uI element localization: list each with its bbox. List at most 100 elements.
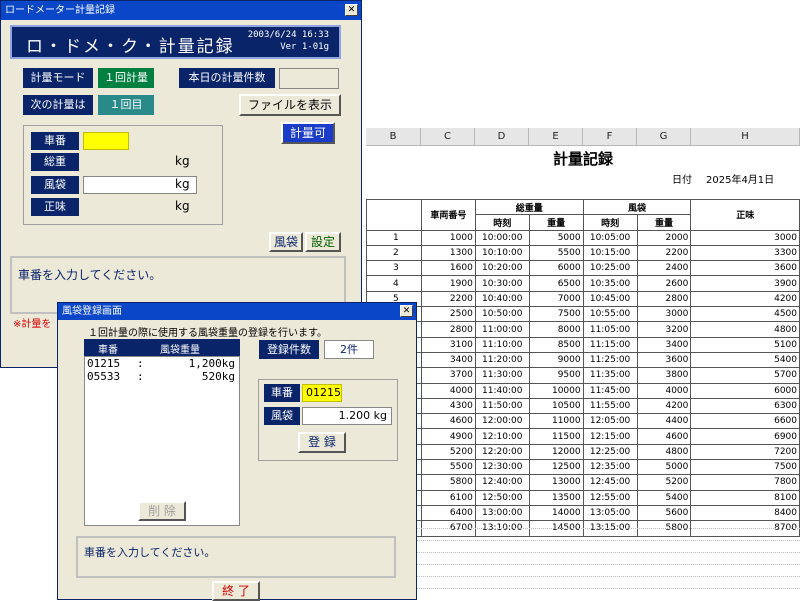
table-cell[interactable]: 11:35:00 bbox=[582, 367, 638, 384]
table-cell[interactable]: 3800 bbox=[636, 367, 692, 384]
table-cell[interactable]: 3900 bbox=[690, 275, 800, 292]
table-row[interactable]: 3700 11:30:00 9500 11:35:00 3800 5700 bbox=[366, 367, 800, 384]
table-cell[interactable]: 12:55:00 bbox=[582, 489, 638, 506]
record-table[interactable]: 車両番号 総重量 風袋 正味 時刻 重量 時刻 重量 1 1000 10:00:00… bbox=[366, 198, 800, 537]
close-icon[interactable]: ✕ bbox=[400, 305, 413, 317]
table-cell[interactable]: 4200 bbox=[636, 397, 692, 415]
register-tare-input[interactable]: 1.200 kg bbox=[302, 407, 392, 425]
column-header-h[interactable]: H bbox=[691, 128, 800, 146]
table-cell[interactable]: 12500 bbox=[528, 459, 584, 476]
table-cell[interactable]: 1 bbox=[366, 229, 422, 246]
table-cell[interactable]: 11:40:00 bbox=[474, 382, 530, 399]
table-cell[interactable]: 5400 bbox=[636, 489, 692, 506]
tare-button[interactable]: 風袋 bbox=[269, 232, 303, 252]
settings-button[interactable]: 設定 bbox=[305, 232, 341, 252]
table-cell[interactable]: 4900 bbox=[420, 428, 476, 445]
register-car-input[interactable]: 01215 bbox=[302, 384, 342, 402]
table-cell[interactable]: 2500 bbox=[420, 306, 476, 323]
table-cell[interactable]: 11:05:00 bbox=[582, 321, 638, 338]
table-cell[interactable]: 10:00:00 bbox=[474, 229, 530, 246]
column-header-b[interactable]: B bbox=[366, 128, 421, 146]
table-row[interactable]: 5500 12:30:00 12500 12:35:00 5000 7500 bbox=[366, 459, 800, 476]
table-cell[interactable]: 4800 bbox=[690, 321, 800, 338]
delete-button[interactable]: 削 除 bbox=[138, 501, 186, 521]
table-row[interactable]: 2800 11:00:00 8000 11:05:00 3200 4800 bbox=[366, 321, 800, 338]
table-cell[interactable]: 9500 bbox=[528, 367, 584, 384]
table-cell[interactable]: 10:15:00 bbox=[582, 244, 638, 262]
table-cell[interactable]: 10:45:00 bbox=[582, 290, 638, 308]
table-cell[interactable]: 4200 bbox=[690, 290, 800, 308]
main-window-titlebar[interactable]: ロードメーター計量記録 ✕ bbox=[1, 1, 361, 20]
table-cell[interactable]: 2600 bbox=[636, 275, 692, 292]
table-cell[interactable]: 6500 bbox=[528, 275, 584, 292]
table-cell[interactable]: 7800 bbox=[690, 474, 800, 491]
table-cell[interactable]: 3400 bbox=[636, 336, 692, 353]
table-cell[interactable]: 13:05:00 bbox=[582, 504, 638, 522]
table-row[interactable]: 5800 12:40:00 13000 12:45:00 5200 7800 bbox=[366, 474, 800, 491]
table-cell[interactable]: 11000 bbox=[528, 413, 584, 430]
table-cell[interactable]: 10:55:00 bbox=[582, 306, 638, 323]
table-cell[interactable]: 10:50:00 bbox=[474, 306, 530, 323]
table-cell[interactable]: 10:35:00 bbox=[582, 275, 638, 292]
table-cell[interactable]: 8100 bbox=[690, 489, 800, 506]
table-row[interactable]: 3400 11:20:00 9000 11:25:00 3600 5400 bbox=[366, 351, 800, 369]
table-cell[interactable]: 3600 bbox=[636, 351, 692, 369]
table-cell[interactable]: 3700 bbox=[420, 367, 476, 384]
list-item[interactable]: 01215: 1,200kg bbox=[85, 357, 239, 370]
table-row[interactable]: 4 1900 10:30:00 6500 10:35:00 2600 3900 bbox=[366, 275, 800, 292]
table-cell[interactable]: 4400 bbox=[636, 413, 692, 430]
table-cell[interactable]: 10:20:00 bbox=[474, 260, 530, 277]
sub-window-titlebar[interactable]: 風袋登録画面 ✕ bbox=[58, 303, 416, 320]
table-cell[interactable]: 3200 bbox=[636, 321, 692, 338]
table-cell[interactable]: 1900 bbox=[420, 275, 476, 292]
table-cell[interactable]: 3600 bbox=[690, 260, 800, 277]
table-cell[interactable]: 12:35:00 bbox=[582, 459, 638, 476]
table-row[interactable]: 2500 10:50:00 7500 10:55:00 3000 4500 bbox=[366, 306, 800, 323]
table-cell[interactable]: 2000 bbox=[636, 229, 692, 246]
table-cell[interactable]: 4000 bbox=[420, 382, 476, 399]
table-row[interactable]: 5200 12:20:00 12000 12:25:00 4800 7200 bbox=[366, 443, 800, 461]
table-cell[interactable]: 6000 bbox=[528, 260, 584, 277]
table-row[interactable]: 4000 11:40:00 10000 11:45:00 4000 6000 bbox=[366, 382, 800, 399]
table-cell[interactable]: 10500 bbox=[528, 397, 584, 415]
table-cell[interactable]: 14000 bbox=[528, 504, 584, 522]
table-cell[interactable]: 7200 bbox=[690, 443, 800, 461]
table-cell[interactable]: 10:05:00 bbox=[582, 229, 638, 246]
table-cell[interactable]: 11:15:00 bbox=[582, 336, 638, 353]
end-button[interactable]: 終 了 bbox=[212, 581, 260, 601]
table-cell[interactable]: 12:00:00 bbox=[474, 413, 530, 430]
table-cell[interactable]: 13500 bbox=[528, 489, 584, 506]
table-cell[interactable]: 6600 bbox=[690, 413, 800, 430]
register-button[interactable]: 登 録 bbox=[298, 432, 346, 453]
table-row[interactable]: 4900 12:10:00 11500 12:15:00 4600 6900 bbox=[366, 428, 800, 445]
table-cell[interactable]: 2800 bbox=[636, 290, 692, 308]
table-row[interactable]: 3100 11:10:00 8500 11:15:00 3400 5100 bbox=[366, 336, 800, 353]
table-cell[interactable]: 1000 bbox=[420, 229, 476, 246]
table-cell[interactable]: 5500 bbox=[420, 459, 476, 476]
column-header-g[interactable]: G bbox=[637, 128, 691, 146]
table-cell[interactable]: 4000 bbox=[636, 382, 692, 399]
table-cell[interactable]: 12:25:00 bbox=[582, 443, 638, 461]
table-cell[interactable]: 10:25:00 bbox=[582, 260, 638, 277]
table-cell[interactable]: 3 bbox=[366, 260, 422, 277]
weigh-ok-button[interactable]: 計量可 bbox=[281, 122, 335, 144]
table-cell[interactable]: 3100 bbox=[420, 336, 476, 353]
table-cell[interactable]: 11:20:00 bbox=[474, 351, 530, 369]
table-row[interactable]: 6100 12:50:00 13500 12:55:00 5400 8100 bbox=[366, 489, 800, 506]
table-cell[interactable]: 7500 bbox=[528, 306, 584, 323]
table-cell[interactable]: 6300 bbox=[690, 397, 800, 415]
table-cell[interactable]: 11:25:00 bbox=[582, 351, 638, 369]
table-row[interactable]: 5 2200 10:40:00 7000 10:45:00 2800 4200 bbox=[366, 290, 800, 308]
table-cell[interactable]: 7500 bbox=[690, 459, 800, 476]
table-cell[interactable]: 11:55:00 bbox=[582, 397, 638, 415]
table-cell[interactable]: 6100 bbox=[420, 489, 476, 506]
table-cell[interactable]: 13:00:00 bbox=[474, 504, 530, 522]
table-cell[interactable]: 5400 bbox=[690, 351, 800, 369]
table-cell[interactable]: 2200 bbox=[420, 290, 476, 308]
table-cell[interactable]: 5000 bbox=[528, 229, 584, 246]
table-row[interactable]: 4600 12:00:00 11000 12:05:00 4400 6600 bbox=[366, 413, 800, 430]
table-cell[interactable]: 5700 bbox=[690, 367, 800, 384]
table-cell[interactable]: 1300 bbox=[420, 244, 476, 262]
table-cell[interactable]: 5800 bbox=[420, 474, 476, 491]
table-cell[interactable]: 4500 bbox=[690, 306, 800, 323]
